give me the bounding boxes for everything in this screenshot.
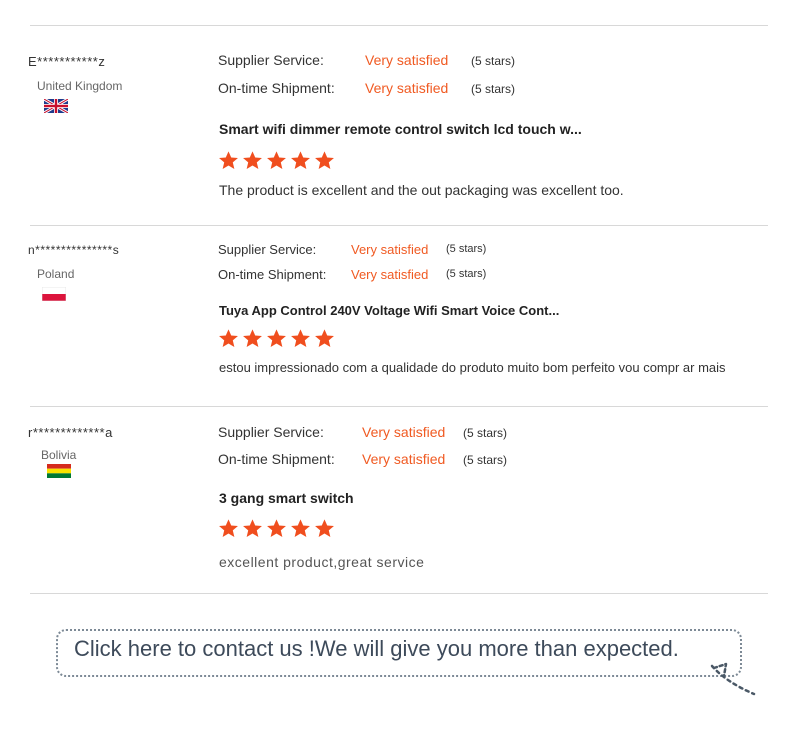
uk-flag-icon bbox=[44, 99, 68, 113]
star-icon bbox=[315, 151, 334, 169]
reviewer-name: E***********z bbox=[28, 54, 106, 69]
contact-text[interactable]: Click here to contact us !We will give y… bbox=[74, 636, 679, 662]
ontime-shipment-label: On-time Shipment: bbox=[218, 451, 335, 467]
reviewer-country: Bolivia bbox=[41, 448, 77, 462]
ontime-shipment-row: On-time Shipment: Very satisfied (5 star… bbox=[218, 451, 507, 467]
star-icon bbox=[267, 151, 286, 169]
supplier-rating: Very satisfied bbox=[362, 424, 446, 440]
supplier-service-label: Supplier Service: bbox=[218, 52, 324, 68]
ontime-shipment-row: On-time Shipment: Very satisfied (5 star… bbox=[218, 80, 515, 96]
top-divider bbox=[30, 25, 768, 26]
product-title[interactable]: Smart wifi dimmer remote control switch … bbox=[219, 121, 582, 137]
review-divider bbox=[30, 406, 768, 407]
star-rating bbox=[218, 328, 335, 350]
ontime-shipment-row: On-time Shipment: Very satisfied (5 star… bbox=[218, 267, 486, 282]
star-rating bbox=[218, 518, 335, 540]
star-rating bbox=[218, 150, 335, 172]
supplier-rating: Very satisfied bbox=[365, 52, 449, 68]
supplier-service-row: Supplier Service: Very satisfied (5 star… bbox=[218, 52, 515, 68]
supplier-stars-note: (5 stars) bbox=[446, 243, 487, 255]
supplier-service-row: Supplier Service: Very satisfied (5 star… bbox=[218, 242, 486, 257]
ontime-shipment-label: On-time Shipment: bbox=[218, 80, 335, 96]
star-icon bbox=[315, 329, 334, 347]
reviewer-name: n***************s bbox=[28, 243, 120, 257]
review-divider bbox=[30, 225, 768, 226]
star-icon bbox=[243, 151, 262, 169]
supplier-service-label: Supplier Service: bbox=[218, 424, 324, 440]
shipment-stars-note: (5 stars) bbox=[471, 82, 516, 96]
star-icon bbox=[315, 519, 334, 537]
supplier-stars-note: (5 stars) bbox=[471, 54, 516, 68]
star-icon bbox=[219, 519, 238, 537]
star-icon bbox=[219, 151, 238, 169]
ontime-shipment-label: On-time Shipment: bbox=[218, 267, 327, 282]
supplier-rating: Very satisfied bbox=[351, 242, 429, 257]
star-icon bbox=[243, 329, 262, 347]
star-icon bbox=[291, 519, 310, 537]
reviewer-country: United Kingdom bbox=[37, 79, 123, 93]
reviewer-country: Poland bbox=[37, 267, 75, 281]
shipment-stars-note: (5 stars) bbox=[463, 453, 508, 467]
shipment-rating: Very satisfied bbox=[365, 80, 449, 96]
poland-flag-icon bbox=[42, 287, 66, 301]
cursor-pointer-icon bbox=[710, 662, 756, 696]
bottom-divider bbox=[30, 593, 768, 594]
supplier-stars-note: (5 stars) bbox=[463, 426, 508, 440]
shipment-rating: Very satisfied bbox=[351, 267, 429, 282]
star-icon bbox=[267, 519, 286, 537]
shipment-stars-note: (5 stars) bbox=[446, 268, 487, 280]
star-icon bbox=[267, 329, 286, 347]
supplier-service-label: Supplier Service: bbox=[218, 242, 317, 257]
product-title[interactable]: Tuya App Control 240V Voltage Wifi Smart… bbox=[219, 303, 559, 318]
review-comment: The product is excellent and the out pac… bbox=[219, 182, 624, 198]
reviewer-name: r*************a bbox=[28, 425, 113, 440]
review-comment: excellent product,great service bbox=[219, 554, 425, 570]
supplier-service-row: Supplier Service: Very satisfied (5 star… bbox=[218, 424, 507, 440]
shipment-rating: Very satisfied bbox=[362, 451, 446, 467]
star-icon bbox=[291, 329, 310, 347]
star-icon bbox=[219, 329, 238, 347]
review-comment: estou impressionado com a qualidade do p… bbox=[219, 360, 726, 375]
product-title[interactable]: 3 gang smart switch bbox=[219, 490, 354, 506]
bolivia-flag-icon bbox=[47, 464, 71, 478]
star-icon bbox=[291, 151, 310, 169]
star-icon bbox=[243, 519, 262, 537]
